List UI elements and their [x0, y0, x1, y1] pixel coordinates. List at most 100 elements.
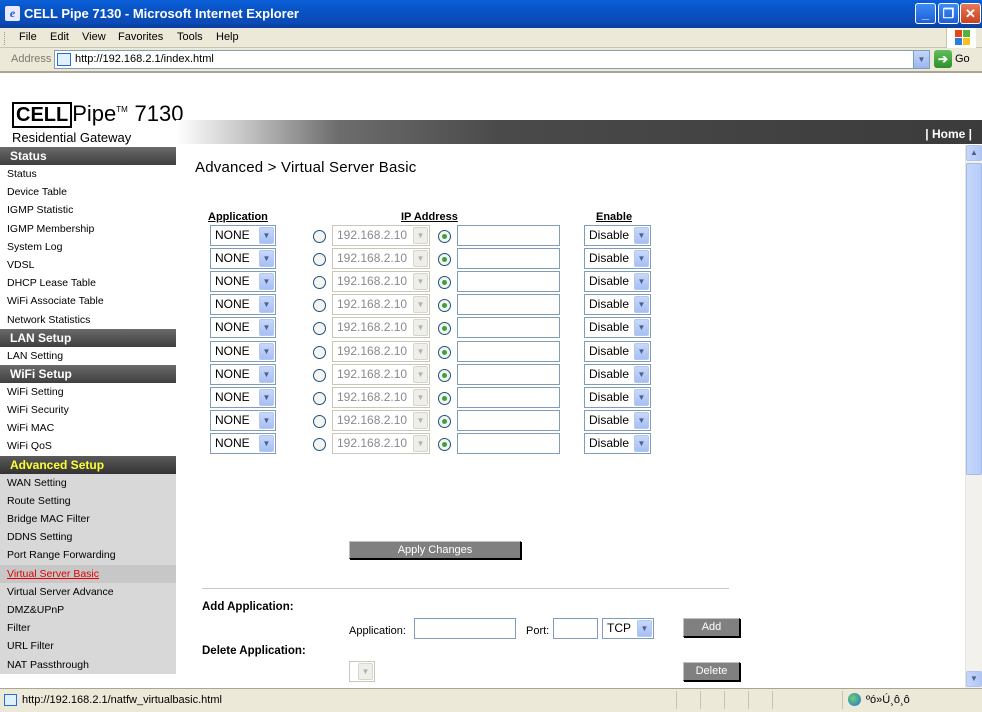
ip-address-input[interactable]	[457, 386, 560, 408]
ip-manual-radio[interactable]	[438, 368, 451, 382]
sidebar-item-virtual-server-advance[interactable]: Virtual Server Advance	[0, 582, 176, 601]
ip-manual-radio[interactable]	[438, 230, 451, 243]
ip-address-select[interactable]: 192.168.2.10 ▼	[332, 409, 430, 431]
ip-select-radio[interactable]	[313, 230, 326, 243]
enable-select[interactable]: Disable ▼	[584, 432, 651, 454]
ip-select-radio[interactable]	[313, 414, 326, 428]
sidebar-item-wifi-security[interactable]: WiFi Security	[0, 401, 176, 420]
ip-address-input[interactable]	[457, 432, 560, 454]
ip-address-select[interactable]: 192.168.2.10 ▼	[332, 317, 430, 339]
sidebar-item-wifi-mac[interactable]: WiFi MAC	[0, 419, 176, 438]
sidebar-item-ddns-setting[interactable]: DDNS Setting	[0, 528, 176, 547]
sidebar-item-virtual-server-basic[interactable]: Virtual Server Basic	[0, 564, 176, 583]
enable-select[interactable]: Disable ▼	[584, 225, 651, 246]
ip-address-input[interactable]	[457, 294, 560, 316]
ip-address-select[interactable]: 192.168.2.10 ▼	[332, 340, 430, 362]
menu-edit[interactable]: Edit	[50, 31, 69, 43]
go-button[interactable]: Go	[955, 53, 970, 65]
address-input[interactable]: http://192.168.2.1/index.html ▼	[54, 50, 930, 69]
ip-manual-radio[interactable]	[438, 391, 451, 405]
ip-address-select[interactable]: 192.168.2.10 ▼	[332, 294, 430, 316]
sidebar-item-nat-passthrough[interactable]: NAT Passthrough	[0, 655, 176, 674]
enable-select[interactable]: Disable ▼	[584, 409, 651, 431]
ip-manual-radio[interactable]	[438, 322, 451, 336]
ip-manual-radio[interactable]	[438, 253, 451, 267]
menu-file[interactable]: File	[19, 31, 37, 43]
vertical-scrollbar[interactable]: ▲ ▼	[965, 145, 982, 688]
enable-select[interactable]: Disable ▼	[584, 294, 651, 316]
enable-select[interactable]: Disable ▼	[584, 271, 651, 293]
scroll-down-icon[interactable]: ▼	[966, 671, 982, 687]
sidebar-item-wifi-setting[interactable]: WiFi Setting	[0, 382, 176, 402]
ip-address-input[interactable]	[457, 340, 560, 362]
application-select[interactable]: NONE ▼	[210, 409, 276, 431]
application-select[interactable]: NONE ▼	[210, 294, 276, 316]
sidebar-item-route-setting[interactable]: Route Setting	[0, 491, 176, 510]
sidebar-item-dhcp-lease-table[interactable]: DHCP Lease Table	[0, 274, 176, 293]
close-button[interactable]: ✕	[960, 3, 981, 24]
menu-favorites[interactable]: Favorites	[118, 31, 163, 43]
ip-address-input[interactable]	[457, 248, 560, 270]
apply-changes-button[interactable]: Apply Changes	[349, 541, 521, 559]
maximize-button[interactable]: ❐	[938, 3, 959, 24]
sidebar-item-bridge-mac-filter[interactable]: Bridge MAC Filter	[0, 510, 176, 529]
sidebar-item-igmp-membership[interactable]: IGMP Membership	[0, 219, 176, 238]
application-select[interactable]: NONE ▼	[210, 248, 276, 270]
application-select[interactable]: NONE ▼	[210, 271, 276, 293]
ip-address-select[interactable]: 192.168.2.10 ▼	[332, 248, 430, 270]
application-select[interactable]: NONE ▼	[210, 363, 276, 385]
ip-select-radio[interactable]	[313, 253, 326, 267]
go-arrow-icon[interactable]: ➔	[934, 50, 952, 68]
application-select[interactable]: NONE ▼	[210, 340, 276, 362]
delete-button[interactable]: Delete	[683, 662, 740, 681]
delete-application-select[interactable]: ▼	[349, 661, 375, 682]
sidebar-item-igmp-statistic[interactable]: IGMP Statistic	[0, 201, 176, 220]
ip-address-select[interactable]: 192.168.2.10 ▼	[332, 225, 430, 246]
ip-manual-radio[interactable]	[438, 437, 451, 451]
sidebar-item-vdsl[interactable]: VDSL	[0, 255, 176, 275]
ip-manual-radio[interactable]	[438, 299, 451, 313]
ip-address-select[interactable]: 192.168.2.10 ▼	[332, 363, 430, 385]
ip-select-radio[interactable]	[313, 437, 326, 451]
sidebar-item-url-filter[interactable]: URL Filter	[0, 637, 176, 656]
ip-manual-radio[interactable]	[438, 414, 451, 428]
ip-address-input[interactable]	[457, 363, 560, 385]
application-select[interactable]: NONE ▼	[210, 386, 276, 408]
enable-select[interactable]: Disable ▼	[584, 340, 651, 362]
sidebar-item-status[interactable]: Status	[0, 165, 176, 184]
home-link[interactable]: | Home |	[925, 127, 972, 141]
menu-view[interactable]: View	[82, 31, 106, 43]
sidebar-item-filter[interactable]: Filter	[0, 619, 176, 638]
enable-select[interactable]: Disable ▼	[584, 248, 651, 270]
scroll-thumb[interactable]	[966, 163, 982, 475]
scroll-up-icon[interactable]: ▲	[966, 145, 982, 161]
sidebar-item-wifi-associate-table[interactable]: WiFi Associate Table	[0, 292, 176, 311]
ip-select-radio[interactable]	[313, 368, 326, 382]
ip-select-radio[interactable]	[313, 391, 326, 405]
ip-select-radio[interactable]	[313, 299, 326, 313]
ip-address-input[interactable]	[457, 225, 560, 246]
ip-address-select[interactable]: 192.168.2.10 ▼	[332, 271, 430, 293]
sidebar-item-lan-setting[interactable]: LAN Setting	[0, 346, 176, 365]
ip-address-select[interactable]: 192.168.2.10 ▼	[332, 432, 430, 454]
menu-tools[interactable]: Tools	[177, 31, 203, 43]
sidebar-item-port-range-forwarding[interactable]: Port Range Forwarding	[0, 546, 176, 565]
enable-select[interactable]: Disable ▼	[584, 386, 651, 408]
application-select[interactable]: NONE ▼	[210, 317, 276, 339]
ip-address-input[interactable]	[457, 271, 560, 293]
chevron-down-icon[interactable]: ▼	[913, 51, 929, 68]
ip-address-input[interactable]	[457, 409, 560, 431]
menu-help[interactable]: Help	[216, 31, 239, 43]
add-button[interactable]: Add	[683, 618, 740, 637]
sidebar-item-wifi-qos[interactable]: WiFi QoS	[0, 437, 176, 456]
sidebar-item-dmz-upnp[interactable]: DMZ&UPnP	[0, 600, 176, 620]
sidebar-item-device-table[interactable]: Device Table	[0, 183, 176, 202]
enable-select[interactable]: Disable ▼	[584, 363, 651, 385]
sidebar-item-wan-setting[interactable]: WAN Setting	[0, 473, 176, 492]
application-select[interactable]: NONE ▼	[210, 225, 276, 246]
protocol-select[interactable]: TCP ▼	[602, 618, 654, 639]
application-name-input[interactable]	[414, 618, 516, 639]
ip-select-radio[interactable]	[313, 345, 326, 359]
ip-select-radio[interactable]	[313, 276, 326, 290]
sidebar-item-network-statistics[interactable]: Network Statistics	[0, 310, 176, 329]
